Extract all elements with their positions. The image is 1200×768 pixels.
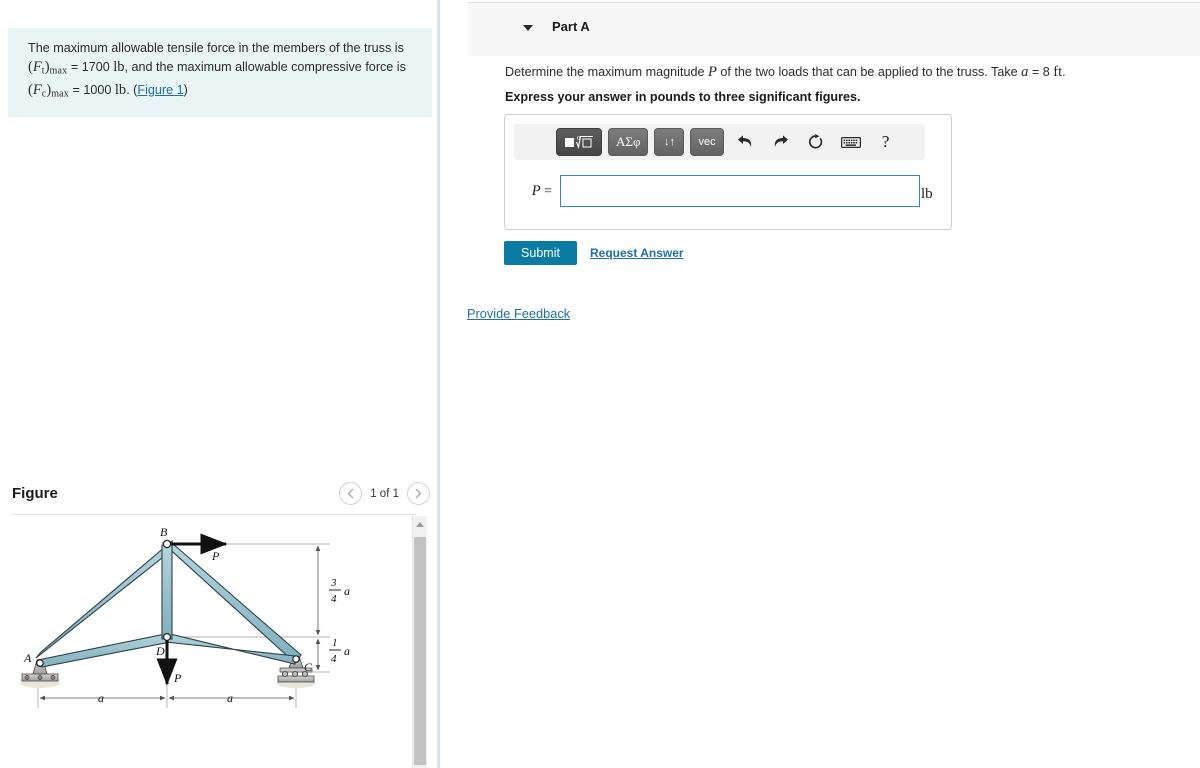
question-symbol-P: P	[707, 64, 717, 80]
page-root: The maximum allowable tensile force in t…	[0, 0, 1200, 768]
reset-icon	[809, 134, 823, 149]
chevron-down-icon[interactable]	[523, 25, 533, 31]
dim-lower-variable: a	[344, 644, 350, 658]
figure-pager-label: 1 of 1	[370, 487, 399, 500]
keyboard-button[interactable]	[838, 129, 864, 155]
answer-equals: =	[540, 183, 552, 199]
figure-next-button[interactable]	[407, 482, 430, 505]
keyboard-icon	[840, 136, 861, 148]
greek-symbols-button[interactable]: ΑΣφ	[608, 128, 649, 156]
question-value: = 8	[1028, 65, 1054, 79]
label-node-C: C	[304, 660, 313, 674]
chevron-left-icon	[347, 488, 354, 499]
arrows-updown-button[interactable]: ↓↑	[654, 128, 685, 156]
member-BD	[161, 544, 173, 640]
force-tensile-symbol: F	[32, 59, 42, 75]
answer-symbol-P: P	[531, 182, 541, 199]
answer-label: P =	[514, 183, 560, 200]
redo-button[interactable]	[768, 129, 794, 155]
left-panel: The maximum allowable tensile force in t…	[0, 0, 440, 768]
force-tensile-value: 1700	[81, 60, 110, 74]
math-template-icon: 0	[565, 135, 593, 149]
equals-sign-1: =	[70, 60, 79, 74]
label-node-D: D	[155, 644, 165, 658]
scroll-up-button[interactable]	[413, 516, 427, 533]
question-period: .	[1062, 65, 1066, 79]
figure-1-link[interactable]: Figure 1	[137, 83, 183, 97]
problem-line-2: (Ft)max = 1700 lb, and the maximum allow…	[28, 58, 418, 81]
right-panel: Part A Determine the maximum magnitude P…	[443, 0, 1200, 768]
dim-horizontal-left-label: a	[98, 691, 104, 705]
dim-label-upper: 3 4 a	[329, 577, 350, 605]
answer-box: 0 ΑΣφ ↓↑ vec ? P =	[504, 114, 952, 230]
question-unit: ft	[1053, 64, 1063, 80]
figure-divider	[12, 514, 416, 515]
help-button[interactable]: ?	[873, 129, 899, 155]
question-text-mid: of the two loads that can be applied to …	[716, 65, 1022, 79]
label-node-B: B	[160, 525, 168, 539]
figure-prev-button[interactable]	[339, 482, 363, 505]
answer-toolbar: 0 ΑΣφ ↓↑ vec ?	[514, 124, 925, 160]
label-load-top-P: P	[211, 549, 220, 563]
problem-line-1: The maximum allowable tensile force in t…	[28, 39, 418, 58]
force-compressive-unit: lb	[114, 81, 127, 98]
dim-upper-numerator: 3	[330, 577, 337, 589]
equals-sign-2: =	[72, 82, 80, 97]
member-BC	[161, 542, 302, 664]
answer-units: lb	[921, 186, 933, 202]
answer-row: P =	[514, 175, 944, 207]
provide-feedback-link[interactable]: Provide Feedback	[467, 306, 570, 321]
figure-pager: 1 of 1	[339, 482, 430, 505]
joint-B	[162, 539, 172, 549]
joint-D	[163, 632, 172, 641]
problem-line-1-text: The maximum allowable tensile force in t…	[28, 41, 404, 55]
force-compressive-symbol: F	[32, 81, 42, 98]
figure-link-wrap: . (Figure 1)	[126, 82, 188, 97]
dim-horizontal-right-label: a	[227, 691, 233, 705]
vector-button[interactable]: vec	[690, 128, 724, 156]
force-compressive-max-label: max	[51, 88, 70, 99]
problem-statement: The maximum allowable tensile force in t…	[8, 28, 432, 117]
force-tensile-unit: lb	[113, 59, 125, 75]
dim-upper-variable: a	[344, 584, 350, 598]
chevron-right-icon	[415, 488, 422, 499]
joint-A	[36, 659, 44, 667]
dim-lower-numerator: 1	[332, 637, 338, 649]
figure-scrollbar[interactable]	[412, 516, 427, 768]
submit-button[interactable]: Submit	[504, 241, 577, 265]
redo-icon	[774, 134, 789, 147]
truss-diagram: B A C D P P 3 4 a 1 4 a a a	[20, 525, 350, 708]
question-text-pre: Determine the maximum magnitude	[505, 65, 708, 79]
label-node-A: A	[23, 651, 32, 665]
joint-C	[292, 655, 300, 663]
problem-line-3: (Fc)max = 1000 lb. (Figure 1)	[28, 81, 418, 104]
dim-upper-denominator: 4	[331, 593, 337, 605]
undo-icon	[738, 134, 752, 147]
figure-title: Figure	[12, 485, 58, 502]
request-answer-link[interactable]: Request Answer	[590, 246, 684, 260]
force-tensile-max-label: max	[49, 65, 68, 77]
triangle-up-icon	[416, 522, 424, 527]
dim-label-lower: 1 4 a	[329, 637, 350, 665]
dim-lower-denominator: 4	[331, 653, 337, 665]
answer-input[interactable]	[560, 175, 920, 207]
instruction-text: Express your answer in pounds to three s…	[505, 90, 861, 104]
question-text: Determine the maximum magnitude P of the…	[505, 64, 1066, 81]
figure-body: B A C D P P 3 4 a 1 4 a a a	[0, 516, 412, 768]
reset-button[interactable]	[803, 129, 829, 155]
force-compressive-value: 1000	[83, 82, 112, 97]
label-load-bottom-P: P	[173, 671, 182, 685]
figure-header: Figure 1 of 1	[10, 482, 430, 514]
scrollbar-thumb[interactable]	[414, 537, 426, 765]
math-template-button[interactable]: 0	[556, 128, 602, 156]
problem-line-2-tail: , and the maximum allowable compressive …	[124, 60, 406, 74]
part-a-header[interactable]: Part A	[468, 2, 1200, 56]
part-a-title: Part A	[552, 19, 590, 34]
undo-button[interactable]	[733, 129, 759, 155]
